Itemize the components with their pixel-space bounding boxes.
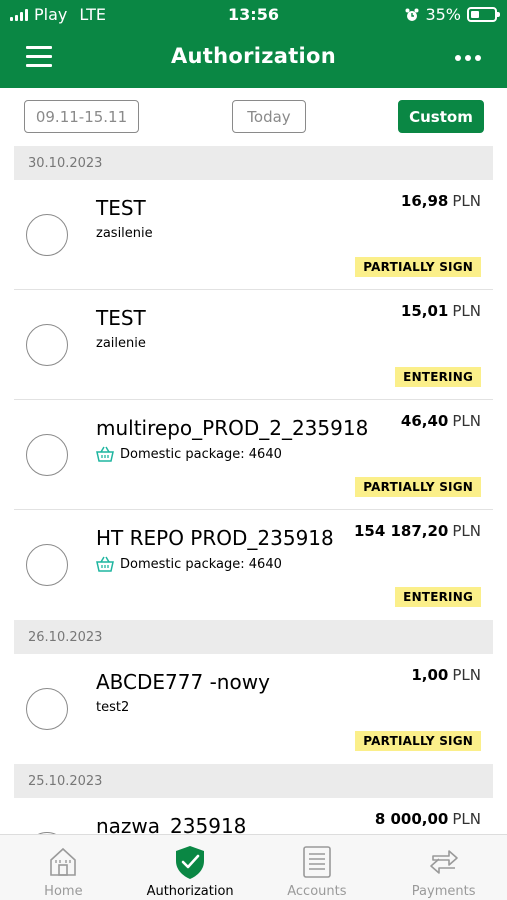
description-text: Domestic package: 4640 [120, 446, 282, 462]
status-badge: PARTIALLY SIGN [355, 477, 481, 497]
date-filter-bar: 09.11-15.11 Today Custom [0, 88, 507, 146]
payments-icon [426, 844, 462, 880]
nav-label: Home [44, 884, 83, 899]
description-text: test2 [96, 700, 130, 715]
shield-check-icon [172, 844, 208, 880]
description-text: zailenie [96, 336, 146, 351]
basket-icon [96, 446, 114, 462]
transaction-description: zailenie [96, 336, 146, 351]
nav-label: Accounts [287, 884, 347, 899]
description-text: Domestic package: 4640 [120, 556, 282, 572]
transaction-row[interactable]: HT REPO PROD_235918 154 187,20 PLN Domesti… [14, 510, 493, 620]
page-title: Authorization [170, 44, 337, 68]
description-text: zasilenie [96, 226, 153, 241]
transaction-description: Domestic package: 4640 [96, 556, 282, 572]
nav-item-accounts[interactable]: Accounts [254, 835, 381, 900]
transaction-description: Domestic package: 4640 [96, 446, 282, 462]
nav-label: Authorization [146, 884, 234, 899]
transaction-amount: 1,00 PLN [411, 666, 481, 684]
select-checkbox[interactable] [26, 544, 68, 586]
amount-value: 1,00 [411, 666, 449, 684]
date-group-header: 25.10.2023 [14, 764, 493, 798]
date-group-header: 26.10.2023 [14, 620, 493, 654]
nav-item-authorization[interactable]: Authorization [127, 835, 254, 900]
transaction-row[interactable]: TEST 15,01 PLN zailenie ENTERING [14, 290, 493, 400]
amount-value: 15,01 [400, 302, 449, 320]
amount-value: 16,98 [400, 192, 449, 210]
nav-label: Payments [411, 884, 476, 899]
transaction-description: zasilenie [96, 226, 153, 241]
transaction-name: nazwa_235918 [96, 814, 247, 834]
date-group-header: 30.10.2023 [14, 146, 493, 180]
amount-value: 8 000,00 [374, 810, 449, 828]
select-checkbox[interactable] [26, 214, 68, 256]
accounts-icon [299, 844, 335, 880]
transaction-row[interactable]: TEST 16,98 PLN zasilenie PARTIALLY SIGN [14, 180, 493, 290]
basket-icon [96, 556, 114, 572]
transaction-amount: 8 000,00 PLN [375, 810, 481, 828]
amount-currency: PLN [452, 522, 481, 540]
transaction-row[interactable]: ABCDE777 -nowy 1,00 PLN test2 PARTIALLY SIG… [14, 654, 493, 764]
amount-currency: PLN [452, 810, 481, 828]
nav-item-payments[interactable]: Payments [380, 835, 507, 900]
alarm-icon [405, 8, 419, 21]
status-badge: PARTIALLY SIGN [355, 731, 481, 751]
status-badge: ENTERING [395, 587, 481, 607]
bottom-navigation: Home Authorization Accounts Payments [0, 834, 507, 900]
battery-level [471, 11, 479, 18]
status-right: 35% [405, 5, 500, 24]
transaction-name: ABCDE777 -nowy [96, 670, 270, 694]
more-options-icon[interactable] [455, 55, 481, 61]
status-badge: PARTIALLY SIGN [355, 257, 481, 277]
status-bar: Play LTE 13:56 35% [0, 0, 507, 30]
amount-value: 154 187,20 [353, 522, 449, 540]
amount-currency: PLN [452, 192, 481, 210]
transaction-name: HT REPO PROD_235918 [96, 526, 334, 550]
nav-item-home[interactable]: Home [0, 835, 127, 900]
app-header: Play LTE 13:56 35% Authorization [0, 0, 507, 88]
amount-value: 46,40 [400, 412, 449, 430]
transaction-amount: 154 187,20 PLN [354, 522, 481, 540]
transaction-amount: 16,98 PLN [401, 192, 481, 210]
transaction-amount: 15,01 PLN [401, 302, 481, 320]
transaction-name: multirepo_PROD_2_235918 [96, 416, 369, 440]
transaction-name: TEST [96, 306, 146, 330]
transaction-amount: 46,40 PLN [401, 412, 481, 430]
transaction-description: test2 [96, 700, 129, 715]
date-range-button[interactable]: 09.11-15.11 [24, 100, 139, 133]
transaction-name: TEST [96, 196, 146, 220]
custom-button[interactable]: Custom [398, 100, 484, 133]
select-checkbox[interactable] [26, 324, 68, 366]
transaction-row[interactable]: multirepo_PROD_2_235918 46,40 PLN Domestic… [14, 400, 493, 510]
amount-currency: PLN [452, 302, 481, 320]
transaction-row[interactable]: nazwa_235918 8 000,00 PLN [14, 798, 493, 834]
amount-currency: PLN [452, 412, 481, 430]
today-button[interactable]: Today [232, 100, 306, 133]
battery-percent: 35% [425, 5, 461, 24]
amount-currency: PLN [452, 666, 481, 684]
select-checkbox[interactable] [26, 434, 68, 476]
status-badge: ENTERING [395, 367, 481, 387]
home-icon [45, 844, 81, 880]
select-checkbox[interactable] [26, 688, 68, 730]
battery-icon [467, 7, 500, 22]
transaction-list[interactable]: 30.10.2023 TEST 16,98 PLN zasilenie PARTIAL… [14, 146, 493, 834]
